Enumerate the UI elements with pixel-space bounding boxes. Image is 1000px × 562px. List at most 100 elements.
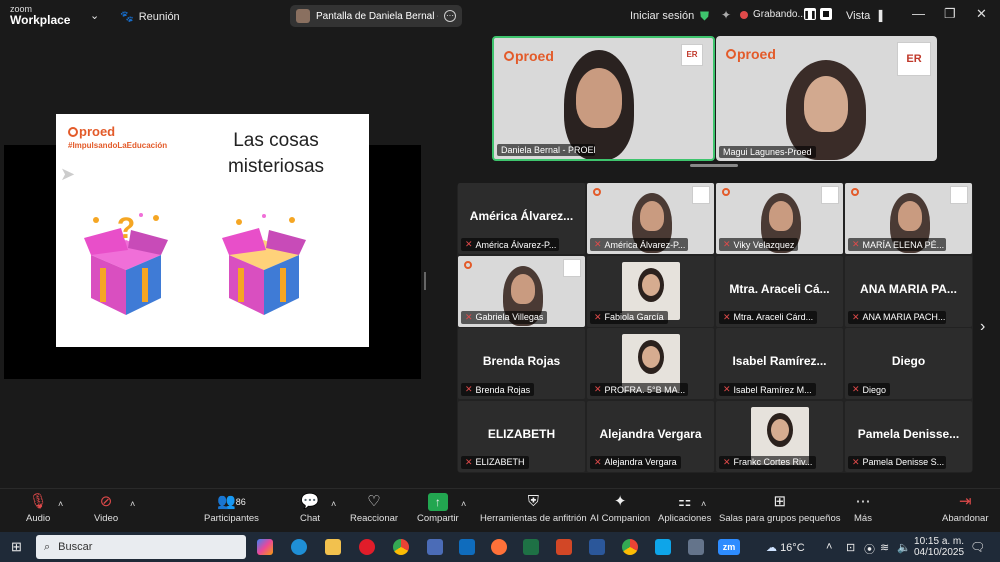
clock-time: 10:15 a. m. (914, 536, 965, 547)
edge-app-icon[interactable] (291, 539, 307, 555)
react-button[interactable]: ♡ Reaccionar (350, 493, 398, 524)
signin-link[interactable]: Iniciar sesión (630, 10, 694, 22)
split-handle[interactable] (424, 272, 426, 290)
maximize-icon[interactable]: ❐ (944, 6, 956, 22)
taskbar-search[interactable]: ⌕ Buscar (36, 535, 246, 559)
participant-tile[interactable]: Isabel Ramírez... ✕ Isabel Ramírez M... (716, 328, 843, 399)
speaker-video-1[interactable]: proed ER Daniela Bernal - PROED (492, 36, 715, 161)
snipping-app-icon[interactable] (655, 539, 671, 555)
share-options-chevron-icon[interactable]: ˄ (461, 499, 466, 509)
more-button[interactable]: ⋯ Más (854, 493, 872, 524)
location-icon[interactable]: ⦿ (864, 541, 875, 557)
opera-app-icon[interactable] (359, 539, 375, 555)
participant-name: Alejandra Vergara (604, 457, 677, 467)
participant-tile[interactable]: ✕ Viky Velazquez (716, 183, 843, 254)
chevron-right-icon[interactable]: › (980, 318, 985, 336)
copilot-app-icon[interactable] (257, 539, 273, 555)
video-button[interactable]: ⊘ Video (94, 493, 118, 524)
word-app-icon[interactable] (589, 539, 605, 555)
share-button[interactable]: ↑ Compartir (417, 493, 459, 524)
chat-button[interactable]: 💬 Chat (300, 493, 320, 524)
participant-tile[interactable]: ANA MARIA PA... ✕ ANA MARIA PACH... (845, 255, 972, 327)
chevron-down-icon[interactable]: ⌄ (90, 9, 99, 22)
breakout-rooms-button[interactable]: ⊞ Salas para grupos pequeños (719, 493, 840, 524)
wifi-icon[interactable]: ≋ (880, 541, 889, 554)
participant-name-tag: ✕ Isabel Ramírez M... (719, 383, 816, 396)
paper-plane-icon: ➤ (60, 164, 76, 184)
proed-logo-icon (851, 188, 859, 196)
host-tools-label: Herramientas de anfitrión (480, 513, 587, 524)
participant-tile[interactable]: ✕ PROFRA. 5°B MA... (587, 328, 714, 399)
participant-tile[interactable]: ✕ Frankc Cortes Riv... (716, 400, 843, 472)
participant-tile[interactable]: Brenda Rojas ✕ Brenda Rojas (458, 328, 585, 399)
participant-tile[interactable]: ✕ MARÍA ELENA PÉ... (845, 183, 972, 254)
chrome-app-icon[interactable] (393, 539, 409, 555)
audio-button[interactable]: 🎙 Audio (26, 493, 50, 524)
apps-options-chevron-icon[interactable]: ˄ (701, 499, 706, 509)
windows-start-icon[interactable]: ⊞ (11, 539, 22, 555)
er-logo-icon (821, 186, 839, 204)
volume-icon[interactable]: 🔈 (897, 541, 911, 554)
excel-app-icon[interactable] (523, 539, 539, 555)
host-tools-button[interactable]: ⛨ Herramientas de anfitrión (480, 493, 587, 524)
participant-name-tag: ✕ América Álvarez-P... (590, 238, 688, 251)
meeting-info-button[interactable]: 🐾 Reunión (120, 10, 180, 24)
participant-tile[interactable]: ✕ Fabiola García (587, 255, 714, 327)
close-icon[interactable]: ✕ (976, 6, 987, 22)
face-image (804, 76, 848, 132)
participant-tile[interactable]: América Álvarez... ✕ América Álvarez-P... (458, 183, 585, 254)
sparkle-icon: ✦ (613, 493, 627, 510)
chevron-up-icon[interactable]: ˄ (826, 541, 832, 553)
sparkle-icon[interactable]: ✦ (721, 8, 731, 22)
participant-tile[interactable]: Diego ✕ Diego (845, 328, 972, 399)
powerpoint-app-icon[interactable] (556, 539, 572, 555)
store-app-icon[interactable] (427, 539, 443, 555)
shield-icon[interactable]: ⛊ (700, 9, 709, 24)
firefox-app-icon[interactable] (491, 539, 507, 555)
participant-name-tag: ✕ Viky Velazquez (719, 238, 799, 251)
ai-companion-button[interactable]: ✦ AI Companion (590, 493, 650, 524)
paint-app-icon[interactable] (688, 539, 704, 555)
screen-share-pill[interactable]: Pantalla de Daniela Bernal - PROED ··· (290, 5, 462, 27)
file-explorer-app-icon[interactable] (325, 539, 341, 555)
audio-options-chevron-icon[interactable]: ˄ (58, 499, 63, 509)
participant-tile[interactable]: ✕ América Álvarez-P... (587, 183, 714, 254)
mic-muted-icon: ✕ (852, 384, 860, 394)
chat-options-chevron-icon[interactable]: ˄ (331, 499, 336, 509)
mic-muted-icon: ✕ (465, 384, 473, 394)
participant-tile[interactable]: Pamela Denisse... ✕ Pamela Denisse S... (845, 400, 972, 472)
participant-name-tag: ✕ ANA MARIA PACH... (848, 310, 946, 324)
participants-button[interactable]: 👥86 Participantes (204, 493, 259, 524)
ai-label: AI Companion (590, 513, 651, 524)
pause-icon[interactable]: ❚❚ (803, 8, 817, 20)
notifications-icon[interactable]: 🗨 (970, 540, 985, 554)
participant-tile[interactable]: Mtra. Araceli Cá... ✕ Mtra. Araceli Cárd..… (716, 255, 843, 327)
weather-widget[interactable]: ☁ 16°C (766, 541, 805, 554)
stop-icon[interactable] (820, 8, 832, 20)
participant-tile[interactable]: Alejandra Vergara ✕ Alejandra Vergara (587, 400, 714, 472)
mic-muted-icon: ✕ (465, 239, 473, 249)
proed-logo-mark-icon (726, 49, 736, 59)
er-logo-icon: ER (681, 44, 703, 66)
participant-tile[interactable]: ✕ Gabriela Villegas (458, 255, 585, 327)
face-image (898, 201, 922, 231)
zoom-app-icon[interactable]: zm (718, 539, 740, 555)
speaker-video-2[interactable]: proed ER Magui Lagunes-Proed (716, 36, 937, 161)
mic-muted-icon: ✕ (594, 311, 602, 322)
chrome-profile-app-icon[interactable] (622, 539, 638, 555)
speaker-name: Magui Lagunes-Proed (723, 147, 812, 157)
video-options-chevron-icon[interactable]: ˄ (130, 499, 135, 509)
leave-button[interactable]: ⇥ Abandonar (942, 493, 988, 524)
participant-tile[interactable]: ELIZABETH ✕ ELIZABETH (458, 400, 585, 472)
participant-name: América Álvarez-P... (604, 239, 686, 250)
outlook-app-icon[interactable] (459, 539, 475, 555)
mic-muted-icon: ✕ (852, 239, 860, 249)
clock[interactable]: 10:15 a. m. 04/10/2025 (914, 536, 964, 558)
resize-handle[interactable] (690, 164, 738, 167)
view-button[interactable]: Vista ▐ (846, 10, 882, 22)
react-label: Reaccionar (350, 513, 399, 524)
network-icon[interactable]: ⊡ (846, 541, 855, 554)
minimize-icon[interactable]: — (912, 6, 925, 21)
more-options-icon[interactable]: ··· (444, 10, 456, 22)
participant-display-name: Isabel Ramírez... (732, 354, 827, 368)
